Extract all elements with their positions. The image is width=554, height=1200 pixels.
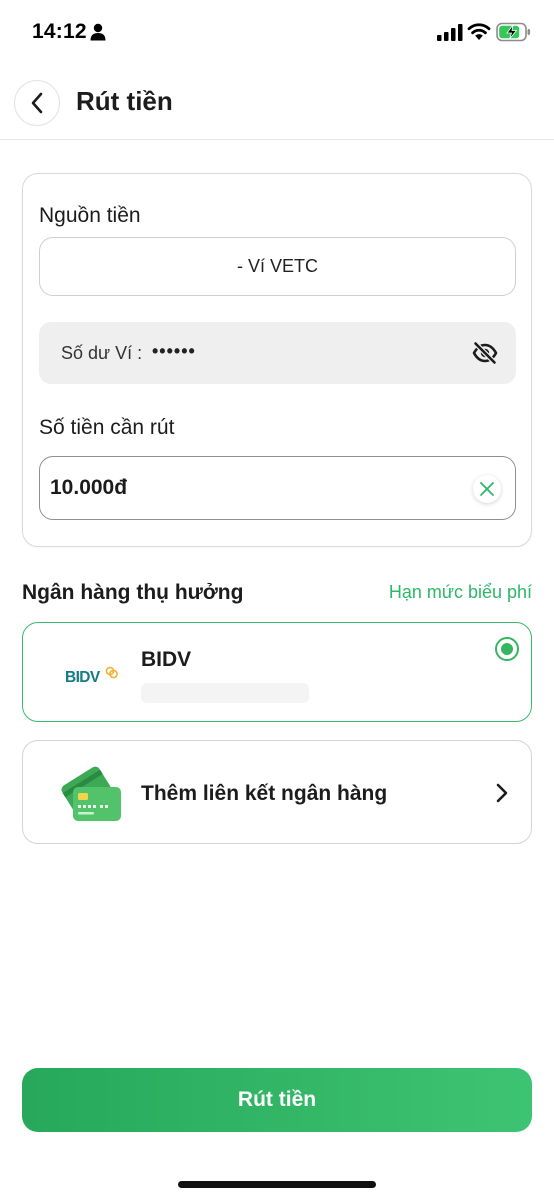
withdraw-button[interactable]: Rút tiền [22, 1068, 532, 1132]
source-card: Nguồn tiền - Ví VETC Số dư Ví : •••••• S… [22, 173, 532, 547]
clear-button[interactable] [473, 475, 501, 503]
home-indicator [178, 1181, 376, 1188]
balance-label: Số dư Ví : [61, 343, 143, 363]
add-bank-label: Thêm liên kết ngân hàng [141, 782, 388, 805]
fee-limit-link[interactable]: Hạn mức biểu phí [389, 582, 532, 603]
wallet-value: - Ví VETC [236, 256, 318, 276]
add-bank-link-button[interactable]: Thêm liên kết ngân hàng [22, 740, 532, 844]
amount-input[interactable] [50, 469, 450, 507]
chevron-right-icon [496, 783, 508, 803]
radio-dot [501, 643, 513, 655]
radio-selected-icon[interactable] [495, 637, 519, 661]
wallet-select[interactable]: - Ví VETC [39, 237, 516, 296]
amount-label: Số tiền cần rút [39, 416, 175, 439]
clear-icon [480, 482, 494, 496]
back-icon [31, 92, 43, 114]
bidv-logo-text: BIDV [65, 669, 101, 686]
bank-account-hidden [141, 683, 309, 703]
battery-icon [496, 22, 531, 42]
person-icon [90, 23, 106, 41]
beneficiary-title: Ngân hàng thụ hưởng [22, 581, 244, 604]
bank-name: BIDV [141, 648, 192, 671]
page-title: Rút tiền [76, 86, 173, 116]
signal-icon [437, 24, 463, 41]
status-time: 14:12 [32, 20, 87, 43]
back-button[interactable] [14, 80, 60, 126]
balance-value: •••••• [152, 341, 196, 361]
bank-card-bidv[interactable]: BIDV BIDV [22, 622, 532, 722]
source-label: Nguồn tiền [39, 204, 141, 227]
card-stack-icon [61, 766, 121, 821]
wifi-icon [467, 23, 491, 40]
balance-box: Số dư Ví : •••••• [39, 322, 516, 384]
bidv-logo: BIDV [65, 666, 118, 686]
amount-field[interactable] [39, 456, 516, 520]
status-bar: 14:12 [0, 0, 554, 66]
eye-off-icon[interactable] [472, 340, 498, 366]
header: Rút tiền [0, 66, 554, 140]
